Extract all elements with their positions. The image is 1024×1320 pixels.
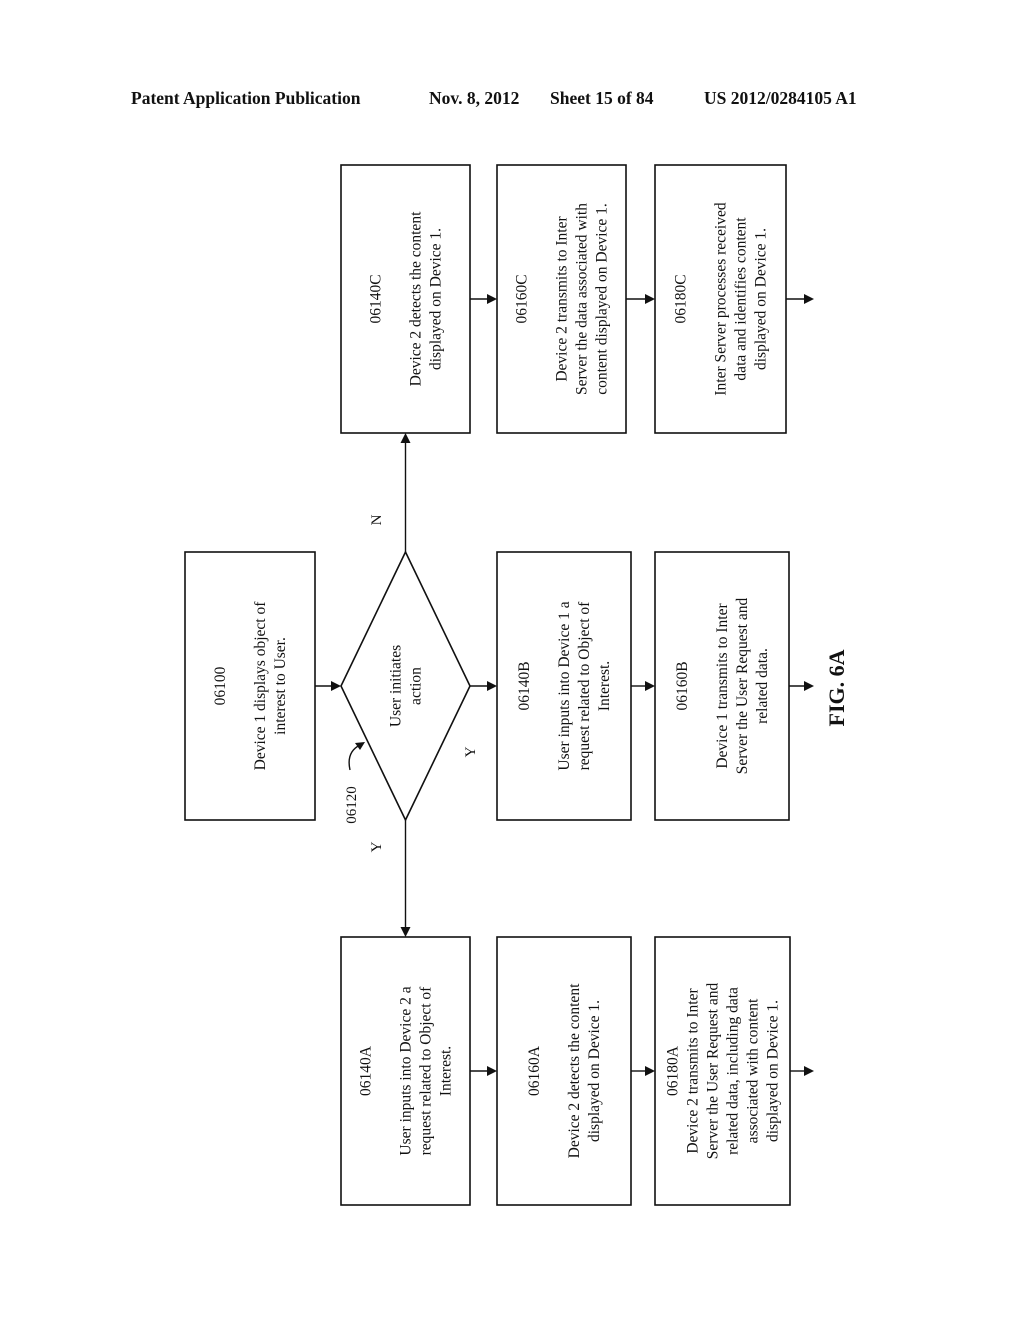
step-text-line: related data. [754, 648, 771, 724]
edge-label-text: N [369, 514, 385, 525]
step-text-line: content displayed on Device 1. [594, 203, 611, 395]
step-text-line: Server the User Request and [705, 983, 722, 1160]
step-text-line: displayed on Device 1. [765, 1000, 782, 1142]
figure-label-text: FIG. 6A [824, 649, 849, 726]
figure-label: FIG. 6A [824, 649, 849, 726]
step-text-line: displayed on Device 1. [753, 228, 770, 370]
process-box-06140C [340, 164, 471, 434]
step-text-line: Device 2 transmits to Inter [685, 988, 702, 1154]
ref-pointer-arrowhead [355, 742, 365, 750]
step-text-line: displayed on Device 1. [428, 228, 445, 370]
svg-text:06120: 06120 [344, 786, 360, 824]
step-text-line: associated with content [745, 998, 762, 1143]
edge-06160B-continuation-arrowhead [804, 681, 814, 691]
edge-06160C-06180C-arrowhead [645, 294, 655, 304]
step-text-line: request related to Object of [576, 601, 593, 771]
edge-06120-06140C-arrowhead [400, 433, 411, 443]
edge-06120-06140A-arrowhead [400, 927, 411, 937]
step-id: 06180C [673, 274, 690, 323]
edge-label-text: Y [463, 746, 479, 757]
step-text-line: Device 1 displays object of [252, 601, 269, 771]
edge-label-06120-06140C: N [369, 514, 385, 525]
step-text-line: User inputs into Device 1 a [556, 601, 573, 770]
flowchart: 06100 Device 1 displays object of interest… [184, 164, 849, 1206]
edge-label-text: Y [369, 841, 385, 852]
step-text-line: Interest. [596, 661, 613, 711]
decision-ref-label: 06120 [344, 786, 360, 824]
step-text-line: Interest. [438, 1046, 455, 1096]
step-id: User initiates [388, 645, 405, 727]
step-text-line: request related to Object of [418, 986, 435, 1156]
step-text-line: Device 1 transmits to Inter [714, 603, 731, 769]
step-text-line: action [408, 667, 425, 705]
step-text-line: displayed on Device 1. [586, 1000, 603, 1142]
step-text-line: interest to User. [272, 637, 289, 735]
process-box-06100 [184, 551, 316, 821]
decision-diamond-06120 [340, 550, 471, 822]
step-id: 06160B [674, 661, 691, 710]
step-text-line: Device 2 detects the content [566, 983, 583, 1158]
edge-06180C-continuation-arrowhead [804, 294, 814, 304]
edge-06140B-06160B-arrowhead [645, 681, 655, 691]
step-text-line: data and identifies content [733, 217, 750, 381]
step-id: 06140A [358, 1045, 375, 1096]
step-text-line: Server the data associated with [574, 203, 591, 395]
step-text-line: related data, including data [725, 987, 742, 1155]
edge-06180A-continuation-arrowhead [804, 1066, 814, 1076]
step-text-line: Server the User Request and [734, 598, 751, 775]
edge-06160A-06180A-arrowhead [645, 1066, 655, 1076]
step-id: 06140C [368, 274, 385, 323]
step-text-line: Device 2 transmits to Inter [554, 216, 571, 382]
step-text-line: User inputs into Device 2 a [398, 986, 415, 1155]
step-text-line: Inter Server processes received [713, 202, 730, 395]
edge-06140C-06160C-arrowhead [487, 294, 497, 304]
edge-label-06120-06140B: Y [463, 746, 479, 757]
edge-06100-06120-arrowhead [331, 681, 341, 691]
step-id: 06160C [514, 274, 531, 323]
edge-label-06120-06140A: Y [369, 841, 385, 852]
edge-06140A-06160A-arrowhead [487, 1066, 497, 1076]
step-id: 06180A [665, 1045, 682, 1096]
step-id: 06100 [212, 666, 229, 705]
process-box-06160A [496, 936, 632, 1206]
step-text-line: Device 2 detects the content [408, 211, 425, 386]
edge-06120-06140B-arrowhead [487, 681, 497, 691]
step-id: 06160A [526, 1045, 543, 1096]
ref-pointer-line [348, 744, 361, 771]
step-id: 06140B [516, 661, 533, 710]
